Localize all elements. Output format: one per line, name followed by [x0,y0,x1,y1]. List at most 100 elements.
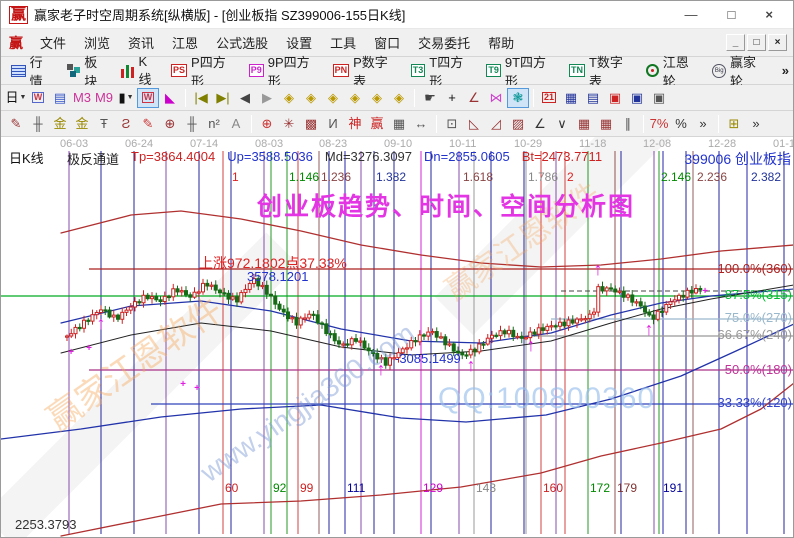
nav-tool-icon-22[interactable]: ∠ [463,88,485,108]
minimize-button[interactable]: — [685,5,698,25]
cycle-count-label: 160 [543,481,563,495]
signal-plus-mark: + [702,286,708,297]
toolbar-button-K线[interactable]: K线 [115,52,165,90]
draw-tool-icon-33[interactable]: » [692,114,714,134]
buy-arrow: ↑ [527,335,536,355]
nav-tool-icon-14[interactable]: ◈ [300,88,322,108]
nav-tool-icon-4[interactable]: M9 [93,88,115,108]
nav-tool-icon-17[interactable]: ◈ [366,88,388,108]
draw-tool-icon-29[interactable]: ∥ [617,114,639,134]
draw-tool-icon-18[interactable]: ▦ [388,114,410,134]
PN-icon: PN [333,64,350,77]
nav-tool-icon-6[interactable]: W [137,88,159,108]
signal-plus-mark: + [180,379,186,390]
signal-plus-mark: + [86,343,92,354]
nav-tool-icon-29[interactable]: ▣ [604,88,626,108]
nav-tool-icon-7[interactable]: ◣ [159,88,181,108]
nav-tool-icon-10[interactable]: ▶| [212,88,234,108]
draw-tool-icon-8[interactable]: ╫ [181,114,203,134]
nav-tool-icon-12[interactable]: ▶ [256,88,278,108]
mdi-minimize-button[interactable]: _ [726,34,745,51]
percent-level-label: 33.33%(120) [718,395,792,410]
indicator-value: Md=3276.3097 [325,149,412,168]
nav-tool-icon-13[interactable]: ◈ [278,88,300,108]
toolbar-label: 9P四方形 [268,52,321,90]
nav-tool-icon-26[interactable]: 21 [538,88,560,108]
draw-tool-icon-25[interactable]: ∠ [529,114,551,134]
maximize-button[interactable]: □ [728,5,736,25]
cycle-count-label: 92 [273,481,286,495]
draw-tool-icon-10[interactable]: A [225,114,247,134]
draw-tool-icon-4[interactable]: Ŧ [93,114,115,134]
buy-arrow: ↑ [97,313,106,333]
nav-tool-icon-11[interactable]: ◀ [234,88,256,108]
draw-tool-icon-31[interactable]: 7% [648,114,670,134]
draw-tool-icon-36[interactable]: » [745,114,767,134]
percent-level-label: 87.5%(315) [725,287,792,302]
buy-arrow: ↑ [645,319,654,339]
nav-tool-icon-28[interactable]: ▤ [582,88,604,108]
draw-tool-icon-9[interactable]: n² [203,114,225,134]
nav-tool-icon-1[interactable]: W [27,88,49,108]
percent-level-label: 100.0%(360) [718,261,792,276]
cycle-count-label: 99 [300,481,313,495]
draw-tool-icon-22[interactable]: ◺ [463,114,485,134]
draw-tool-icon-6[interactable]: ✎ [137,114,159,134]
draw-tool-icon-27[interactable]: ▦ [573,114,595,134]
draw-tool-icon-17[interactable]: 赢 [366,114,388,134]
draw-tool-icon-7[interactable]: ⊕ [159,114,181,134]
nav-tool-icon-21[interactable]: + [441,88,463,108]
toolbar-label: 江恩轮 [663,52,701,90]
draw-tool-icon-26[interactable]: ∨ [551,114,573,134]
draw-tool-icon-14[interactable]: ▩ [300,114,322,134]
draw-tool-icon-0[interactable]: ✎ [5,114,27,134]
draw-tool-icon-35[interactable]: ⊞ [723,114,745,134]
draw-tool-icon-28[interactable]: ▦ [595,114,617,134]
nav-tool-icon-3[interactable]: M3 [71,88,93,108]
nav-tool-icon-9[interactable]: |◀ [190,88,212,108]
draw-tool-icon-13[interactable]: ✳ [278,114,300,134]
draw-tool-icon-21[interactable]: ⊡ [441,114,463,134]
nav-tool-icon-20[interactable]: ☛ [419,88,441,108]
nav-tool-icon-23[interactable]: ⋈ [485,88,507,108]
swing-high-label: 3578.1201 [247,269,308,284]
nav-tool-icon-5[interactable]: ▮▼ [115,88,137,108]
draw-tool-icon-3[interactable]: 金 [71,114,93,134]
nav-tool-icon-0[interactable]: 日▼ [5,88,27,108]
draw-tool-icon-2[interactable]: 金 [49,114,71,134]
nav-tool-icon-16[interactable]: ◈ [344,88,366,108]
nav-tool-icon-24[interactable]: ❃ [507,88,529,108]
table-icon [11,65,26,77]
toolbar-separator [251,115,252,133]
chart-canvas[interactable]: ↑↑↑↑↑↑+++++ 日K线 06-0306-2407-1408-0308-2… [1,137,794,538]
nav-tool-icon-31[interactable]: ▣ [648,88,670,108]
draw-tool-icon-15[interactable]: И [322,114,344,134]
draw-tool-icon-32[interactable]: % [670,114,692,134]
draw-tool-icon-16[interactable]: 神 [344,114,366,134]
chart-overlay-title: 创业板趋势、时间、空间分析图 [257,187,635,223]
nav-tool-icon-15[interactable]: ◈ [322,88,344,108]
percent-level-label: 50.0%(180) [725,362,792,377]
draw-tool-icon-23[interactable]: ◿ [485,114,507,134]
nav-tool-icon-2[interactable]: ▤ [49,88,71,108]
close-button[interactable]: × [765,5,773,25]
mdi-close-button[interactable]: × [768,34,787,51]
indicator-value: Up=3588.5036 [227,149,313,168]
draw-tool-icon-1[interactable]: ╫ [27,114,49,134]
toolbar-separator [436,115,437,133]
indicator-value: Tp=3864.4004 [131,149,215,168]
indicator-value: Bt=2473.7711 [522,149,602,168]
nav-tool-icon-27[interactable]: ▦ [560,88,582,108]
draw-tool-icon-5[interactable]: Ƨ [115,114,137,134]
toolbar-label: T数字表 [589,52,634,90]
mdi-restore-button[interactable]: □ [747,34,766,51]
toolbar-separator [414,89,415,107]
draw-tool-icon-12[interactable]: ⊕ [256,114,278,134]
draw-tool-icon-19[interactable]: ↔ [410,114,432,134]
draw-tool-icon-24[interactable]: ▨ [507,114,529,134]
nav-tool-icon-18[interactable]: ◈ [388,88,410,108]
toolbar-label: 板块 [84,52,109,90]
nav-tool-icon-30[interactable]: ▣ [626,88,648,108]
toolbar-overflow-chevron[interactable]: » [782,63,789,78]
TN-icon: TN [569,64,585,77]
